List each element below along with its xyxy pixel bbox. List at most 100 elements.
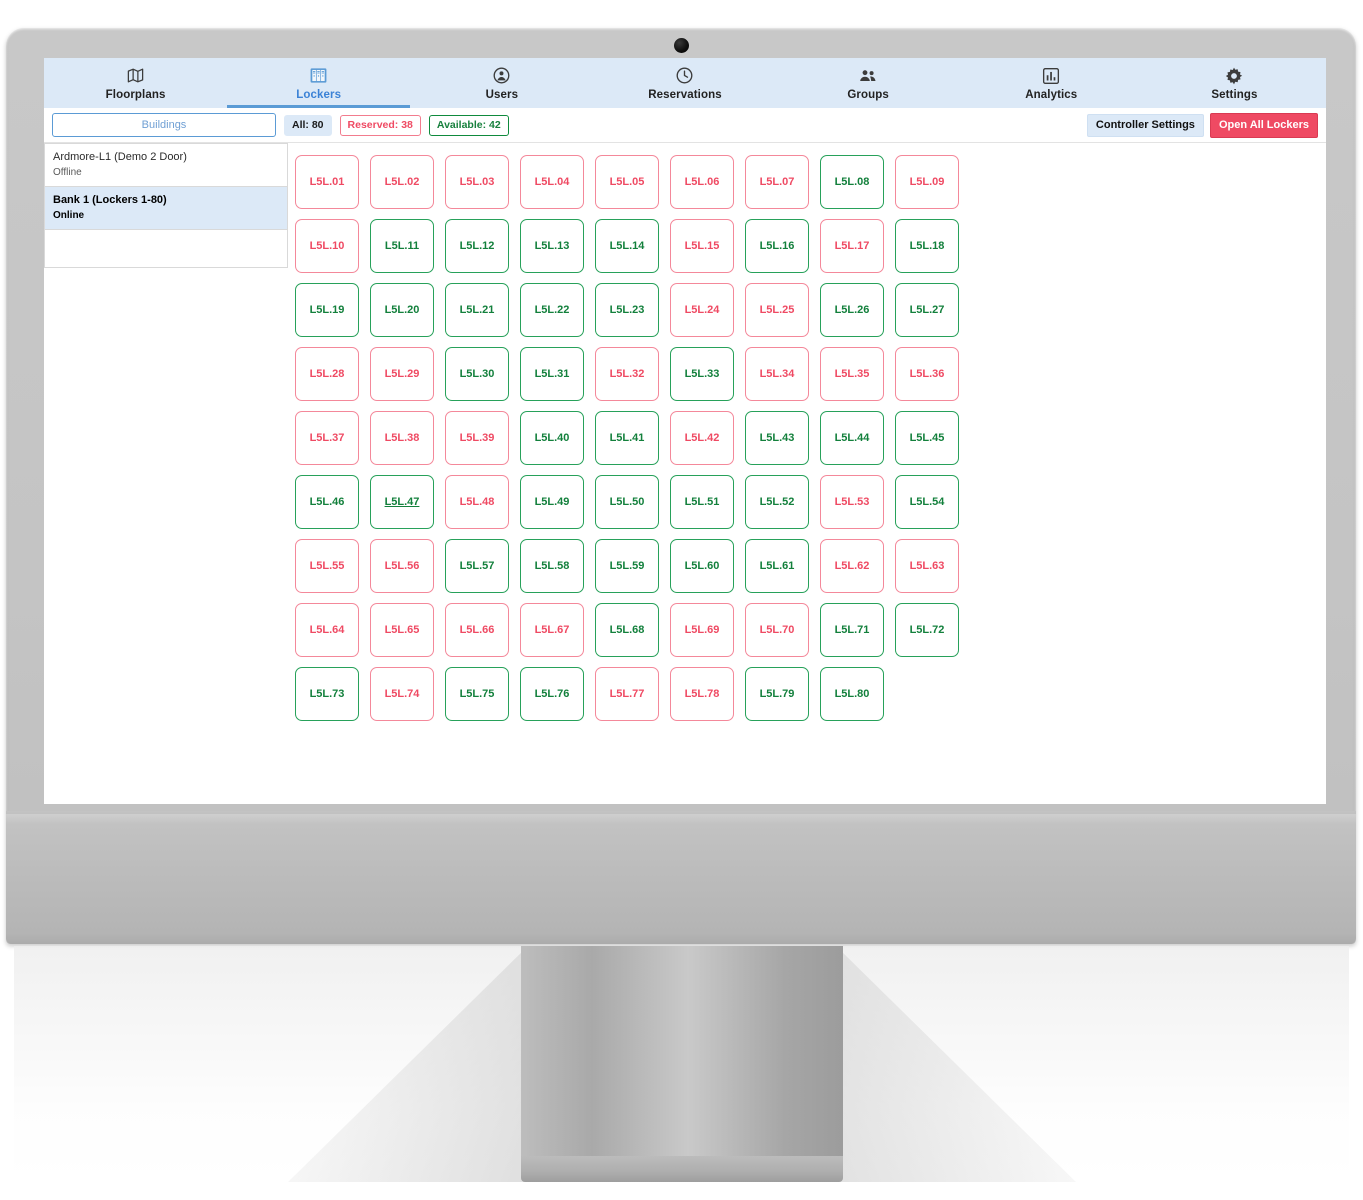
locker-tile[interactable]: L5L.12 [445, 219, 509, 273]
nav-item-groups[interactable]: Groups [777, 58, 960, 108]
locker-tile[interactable]: L5L.59 [595, 539, 659, 593]
locker-tile[interactable]: L5L.30 [445, 347, 509, 401]
locker-tile[interactable]: L5L.68 [595, 603, 659, 657]
locker-tile-label: L5L.06 [684, 176, 720, 188]
locker-tile[interactable]: L5L.54 [895, 475, 959, 529]
locker-tile[interactable]: L5L.01 [295, 155, 359, 209]
locker-tile[interactable]: L5L.07 [745, 155, 809, 209]
locker-tile[interactable]: L5L.10 [295, 219, 359, 273]
bank-status: Offline [53, 167, 82, 178]
filter-chip-reserved[interactable]: Reserved: 38 [339, 114, 421, 136]
locker-tile[interactable]: L5L.09 [895, 155, 959, 209]
locker-tile[interactable]: L5L.57 [445, 539, 509, 593]
locker-tile[interactable]: L5L.04 [520, 155, 584, 209]
locker-tile[interactable]: L5L.38 [370, 411, 434, 465]
locker-tile[interactable]: L5L.21 [445, 283, 509, 337]
locker-tile[interactable]: L5L.26 [820, 283, 884, 337]
nav-item-reservations[interactable]: Reservations [593, 58, 776, 108]
locker-tile[interactable]: L5L.70 [745, 603, 809, 657]
locker-tile[interactable]: L5L.61 [745, 539, 809, 593]
locker-tile[interactable]: L5L.58 [520, 539, 584, 593]
locker-tile[interactable]: L5L.66 [445, 603, 509, 657]
open-all-lockers-button[interactable]: Open All Lockers [1209, 112, 1318, 138]
locker-tile[interactable]: L5L.69 [670, 603, 734, 657]
nav-item-users[interactable]: Users [410, 58, 593, 108]
locker-tile[interactable]: L5L.35 [820, 347, 884, 401]
locker-tile[interactable]: L5L.48 [445, 475, 509, 529]
locker-tile[interactable]: L5L.33 [670, 347, 734, 401]
locker-tile[interactable]: L5L.55 [295, 539, 359, 593]
locker-tile[interactable]: L5L.18 [895, 219, 959, 273]
locker-tile[interactable]: L5L.05 [595, 155, 659, 209]
locker-tile[interactable]: L5L.16 [745, 219, 809, 273]
groups-icon [858, 66, 878, 86]
locker-tile[interactable]: L5L.32 [595, 347, 659, 401]
locker-tile[interactable]: L5L.39 [445, 411, 509, 465]
locker-tile[interactable]: L5L.79 [745, 667, 809, 721]
locker-tile[interactable]: L5L.67 [520, 603, 584, 657]
locker-tile-label: L5L.37 [309, 432, 345, 444]
locker-tile[interactable]: L5L.28 [295, 347, 359, 401]
locker-tile[interactable]: L5L.34 [745, 347, 809, 401]
locker-tile[interactable]: L5L.20 [370, 283, 434, 337]
nav-item-lockers[interactable]: Lockers [227, 58, 411, 108]
locker-tile[interactable]: L5L.62 [820, 539, 884, 593]
locker-tile[interactable]: L5L.80 [820, 667, 884, 721]
locker-tile[interactable]: L5L.76 [520, 667, 584, 721]
filter-chip-all[interactable]: All: 80 [284, 114, 332, 136]
nav-item-analytics[interactable]: Analytics [960, 58, 1143, 108]
locker-tile[interactable]: L5L.46 [295, 475, 359, 529]
locker-tile[interactable]: L5L.42 [670, 411, 734, 465]
locker-tile[interactable]: L5L.51 [670, 475, 734, 529]
buildings-select[interactable]: Buildings [52, 113, 276, 137]
locker-tile[interactable]: L5L.60 [670, 539, 734, 593]
locker-tile[interactable]: L5L.23 [595, 283, 659, 337]
locker-tile[interactable]: L5L.11 [370, 219, 434, 273]
locker-tile[interactable]: L5L.02 [370, 155, 434, 209]
locker-tile[interactable]: L5L.75 [445, 667, 509, 721]
controller-settings-button[interactable]: Controller Settings [1086, 113, 1204, 137]
bank-list-item[interactable]: Ardmore-L1 (Demo 2 Door) Offline [44, 143, 288, 187]
locker-tile[interactable]: L5L.08 [820, 155, 884, 209]
locker-tile[interactable]: L5L.45 [895, 411, 959, 465]
locker-tile[interactable]: L5L.49 [520, 475, 584, 529]
gear-icon [1224, 66, 1244, 86]
locker-tile[interactable]: L5L.64 [295, 603, 359, 657]
locker-tile[interactable]: L5L.71 [820, 603, 884, 657]
locker-tile[interactable]: L5L.25 [745, 283, 809, 337]
locker-tile[interactable]: L5L.63 [895, 539, 959, 593]
locker-tile[interactable]: L5L.27 [895, 283, 959, 337]
locker-tile[interactable]: L5L.72 [895, 603, 959, 657]
locker-tile[interactable]: L5L.78 [670, 667, 734, 721]
locker-tile[interactable]: L5L.40 [520, 411, 584, 465]
locker-tile[interactable]: L5L.29 [370, 347, 434, 401]
locker-tile[interactable]: L5L.14 [595, 219, 659, 273]
locker-tile[interactable]: L5L.36 [895, 347, 959, 401]
locker-tile[interactable]: L5L.19 [295, 283, 359, 337]
bank-list-item[interactable]: Bank 1 (Lockers 1-80) Online [44, 187, 288, 230]
nav-item-floorplans[interactable]: Floorplans [44, 58, 227, 108]
filter-chip-available[interactable]: Available: 42 [428, 114, 509, 136]
locker-tile[interactable]: L5L.41 [595, 411, 659, 465]
locker-tile[interactable]: L5L.53 [820, 475, 884, 529]
locker-tile[interactable]: L5L.22 [520, 283, 584, 337]
locker-tile[interactable]: L5L.73 [295, 667, 359, 721]
locker-tile[interactable]: L5L.77 [595, 667, 659, 721]
locker-tile[interactable]: L5L.56 [370, 539, 434, 593]
locker-tile[interactable]: L5L.15 [670, 219, 734, 273]
nav-item-settings[interactable]: Settings [1143, 58, 1326, 108]
locker-tile[interactable]: L5L.52 [745, 475, 809, 529]
locker-tile[interactable]: L5L.06 [670, 155, 734, 209]
locker-tile[interactable]: L5L.17 [820, 219, 884, 273]
locker-tile[interactable]: L5L.24 [670, 283, 734, 337]
locker-tile[interactable]: L5L.44 [820, 411, 884, 465]
locker-tile[interactable]: L5L.47 [370, 475, 434, 529]
locker-tile[interactable]: L5L.50 [595, 475, 659, 529]
locker-tile[interactable]: L5L.31 [520, 347, 584, 401]
locker-tile[interactable]: L5L.03 [445, 155, 509, 209]
locker-tile[interactable]: L5L.74 [370, 667, 434, 721]
locker-tile[interactable]: L5L.43 [745, 411, 809, 465]
locker-tile[interactable]: L5L.13 [520, 219, 584, 273]
locker-tile[interactable]: L5L.65 [370, 603, 434, 657]
locker-tile[interactable]: L5L.37 [295, 411, 359, 465]
